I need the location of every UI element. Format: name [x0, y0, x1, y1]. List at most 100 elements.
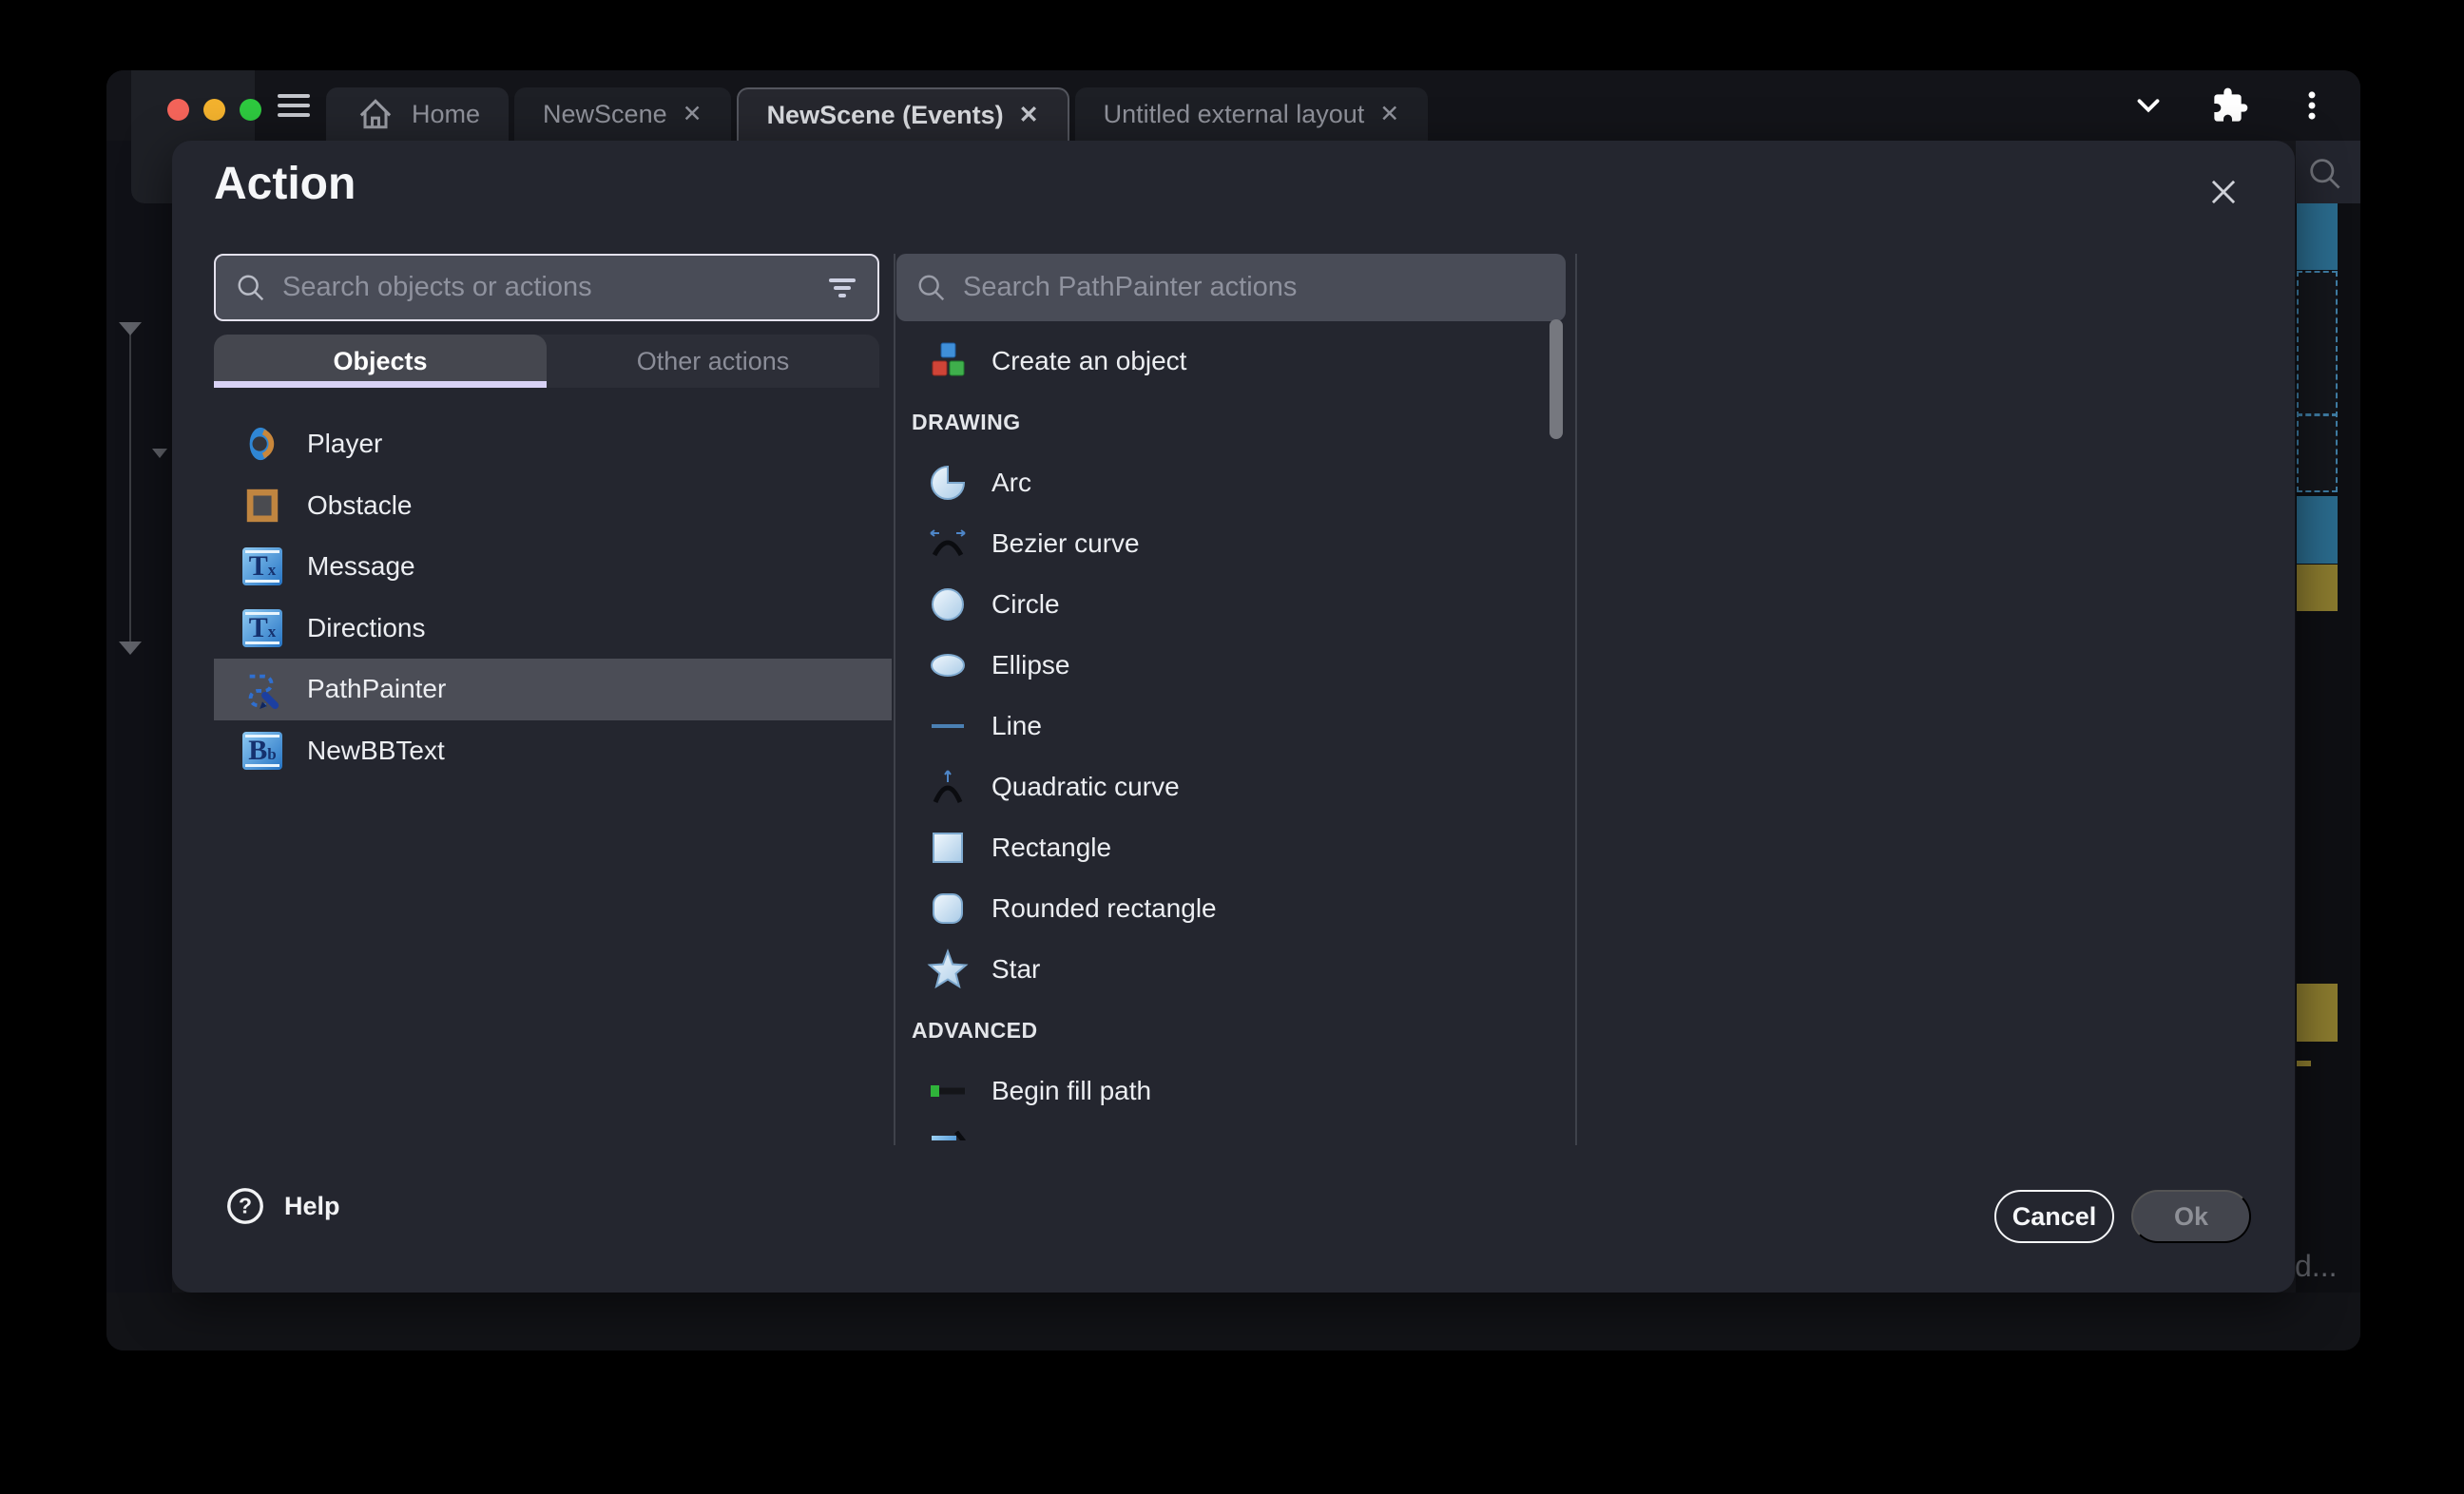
actions-search-field	[896, 254, 1566, 321]
editor-tab-home[interactable]: Home	[326, 87, 509, 141]
action-label: Begin fill path	[991, 1076, 1151, 1106]
action-row-arc[interactable]: Arc	[896, 452, 1543, 513]
begin-fill-path-icon	[927, 1070, 969, 1112]
object-label: Message	[307, 551, 415, 582]
tree-expander-icon[interactable]	[152, 449, 167, 458]
objects-search-field	[214, 254, 879, 321]
circle-icon	[927, 584, 969, 625]
object-list: Player Obstacle Tx Message Tx Directions PathP…	[214, 413, 892, 781]
dialog-close-icon[interactable]	[2203, 171, 2244, 213]
tree-connector-line	[129, 329, 131, 648]
event-block	[2297, 565, 2338, 611]
help-label: Help	[284, 1192, 340, 1221]
action-row-create-an-object[interactable]: Create an object	[896, 331, 1543, 392]
search-icon	[235, 272, 267, 304]
action-label: Rounded rectangle	[991, 893, 1217, 924]
background-events-panel	[2296, 131, 2360, 1293]
object-label: Player	[307, 429, 382, 459]
objects-search-input[interactable]	[282, 272, 811, 303]
object-label: PathPainter	[307, 674, 446, 704]
object-row-message[interactable]: Tx Message	[214, 536, 892, 598]
action-label: Rectangle	[991, 833, 1111, 863]
search-icon[interactable]	[2305, 154, 2343, 192]
action-row-partial[interactable]	[896, 1121, 1543, 1140]
object-row-directions[interactable]: Tx Directions	[214, 598, 892, 660]
tab-close-icon[interactable]: ✕	[1019, 104, 1039, 127]
action-row-star[interactable]: Star	[896, 939, 1543, 1000]
hamburger-menu-icon[interactable]	[278, 90, 310, 121]
filter-icon[interactable]	[826, 274, 858, 302]
action-list: Create an object DRAWING Arc Bezier curve Ci…	[896, 331, 1543, 1140]
line-icon	[927, 705, 969, 747]
partial-item-icon	[927, 1131, 969, 1140]
bbtext-object-icon: Bb	[242, 731, 282, 771]
action-row-ellipse[interactable]: Ellipse	[896, 635, 1543, 696]
help-icon: ?	[225, 1186, 265, 1226]
action-row-rectangle[interactable]: Rectangle	[896, 817, 1543, 878]
editor-tab-newscene-events-[interactable]: NewScene (Events)✕	[737, 87, 1069, 141]
object-label: NewBBText	[307, 736, 445, 766]
titlebar: HomeNewScene✕NewScene (Events)✕Untitled …	[106, 70, 2360, 141]
object-row-obstacle[interactable]: Obstacle	[214, 475, 892, 537]
object-row-pathpainter[interactable]: PathPainter	[214, 659, 892, 720]
text-object-icon: Tx	[242, 608, 282, 648]
event-dashed-divider	[2297, 413, 2338, 416]
ok-button[interactable]: Ok	[2131, 1190, 2251, 1243]
maximize-window-button[interactable]	[240, 99, 261, 121]
tab-objects[interactable]: Objects	[214, 335, 547, 388]
action-label: Arc	[991, 468, 1031, 498]
minimize-window-button[interactable]	[203, 99, 225, 121]
object-row-newbbtext[interactable]: Bb NewBBText	[214, 720, 892, 782]
cancel-button[interactable]: Cancel	[1994, 1190, 2114, 1243]
close-window-button[interactable]	[167, 99, 189, 121]
rounded-rectangle-icon	[927, 888, 969, 929]
object-panel-tabs: Objects Other actions	[214, 335, 879, 388]
action-label: Circle	[991, 589, 1060, 620]
event-block-dashed	[2297, 271, 2338, 492]
text-object-icon: Tx	[242, 546, 282, 586]
action-label: Create an object	[991, 346, 1186, 376]
action-row-line[interactable]: Line	[896, 696, 1543, 757]
object-label: Obstacle	[307, 490, 413, 521]
scrollbar-thumb[interactable]	[1550, 319, 1563, 439]
tab-other-actions[interactable]: Other actions	[547, 335, 879, 388]
path-painter-icon	[242, 669, 282, 709]
object-label: Directions	[307, 613, 425, 643]
chevron-down-icon[interactable]	[2128, 86, 2168, 125]
action-label: Line	[991, 711, 1042, 741]
titlebar-right-icons	[2128, 86, 2332, 125]
home-icon	[355, 93, 396, 135]
overflow-menu-icon[interactable]	[2292, 86, 2332, 125]
tree-expander-icon[interactable]	[119, 642, 142, 655]
truncated-background-text: d...	[2295, 1249, 2337, 1284]
section-header-drawing: DRAWING	[896, 392, 1543, 452]
panel-divider	[1575, 254, 1577, 1145]
editor-tab-newscene[interactable]: NewScene✕	[514, 87, 731, 141]
svg-text:?: ?	[239, 1194, 252, 1218]
help-button[interactable]: ? Help	[225, 1186, 340, 1226]
action-row-circle[interactable]: Circle	[896, 574, 1543, 635]
actions-search-input[interactable]	[963, 272, 1547, 303]
obstacle-icon	[242, 486, 282, 526]
arc-icon	[927, 462, 969, 504]
action-row-rounded-rectangle[interactable]: Rounded rectangle	[896, 878, 1543, 939]
action-label: Ellipse	[991, 650, 1069, 680]
action-row-begin-fill-path[interactable]: Begin fill path	[896, 1061, 1543, 1121]
event-block	[2297, 984, 2338, 1042]
tab-close-icon[interactable]: ✕	[1379, 103, 1399, 126]
event-block	[2297, 203, 2338, 270]
action-label: Quadratic curve	[991, 772, 1180, 802]
bezier-curve-icon	[927, 523, 969, 565]
background-bottom-strip	[106, 1293, 2360, 1350]
tab-close-icon[interactable]: ✕	[683, 103, 703, 126]
editor-tab-untitled-external-layout[interactable]: Untitled external layout✕	[1075, 87, 1429, 141]
extensions-puzzle-icon[interactable]	[2210, 86, 2250, 125]
quadratic-curve-icon	[927, 766, 969, 808]
action-row-bezier-curve[interactable]: Bezier curve	[896, 513, 1543, 574]
object-row-player[interactable]: Player	[214, 413, 892, 475]
action-row-quadratic-curve[interactable]: Quadratic curve	[896, 757, 1543, 817]
app-window: d... HomeNewScene✕NewScene (Events)✕Unti…	[106, 70, 2360, 1350]
background-left-panel	[106, 141, 172, 1350]
tree-expander-icon[interactable]	[119, 322, 142, 335]
player-icon	[242, 424, 282, 464]
